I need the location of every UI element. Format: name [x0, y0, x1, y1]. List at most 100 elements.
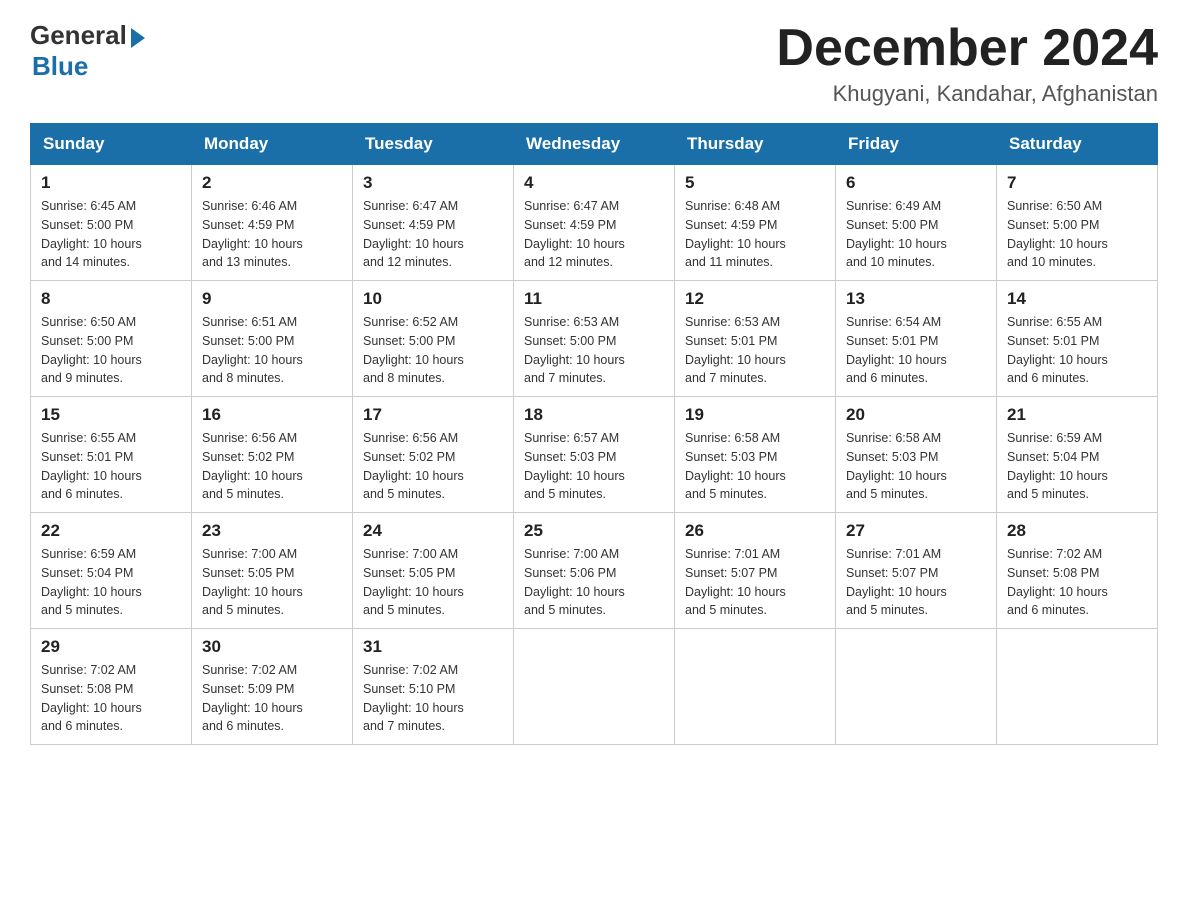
- calendar-week-row: 15 Sunrise: 6:55 AM Sunset: 5:01 PM Dayl…: [31, 397, 1158, 513]
- calendar-cell: 27 Sunrise: 7:01 AM Sunset: 5:07 PM Dayl…: [836, 513, 997, 629]
- calendar-table: SundayMondayTuesdayWednesdayThursdayFrid…: [30, 123, 1158, 745]
- calendar-header-saturday: Saturday: [997, 124, 1158, 165]
- day-info: Sunrise: 7:01 AM Sunset: 5:07 PM Dayligh…: [846, 545, 986, 620]
- calendar-cell: 3 Sunrise: 6:47 AM Sunset: 4:59 PM Dayli…: [353, 165, 514, 281]
- location-text: Khugyani, Kandahar, Afghanistan: [776, 81, 1158, 107]
- day-number: 1: [41, 173, 181, 193]
- day-number: 20: [846, 405, 986, 425]
- calendar-header-friday: Friday: [836, 124, 997, 165]
- day-number: 31: [363, 637, 503, 657]
- logo-general-text: General: [30, 20, 127, 51]
- day-number: 23: [202, 521, 342, 541]
- calendar-cell: 6 Sunrise: 6:49 AM Sunset: 5:00 PM Dayli…: [836, 165, 997, 281]
- calendar-cell: 16 Sunrise: 6:56 AM Sunset: 5:02 PM Dayl…: [192, 397, 353, 513]
- day-number: 16: [202, 405, 342, 425]
- calendar-cell: 14 Sunrise: 6:55 AM Sunset: 5:01 PM Dayl…: [997, 281, 1158, 397]
- day-number: 6: [846, 173, 986, 193]
- day-number: 4: [524, 173, 664, 193]
- day-number: 26: [685, 521, 825, 541]
- day-info: Sunrise: 6:50 AM Sunset: 5:00 PM Dayligh…: [41, 313, 181, 388]
- day-number: 25: [524, 521, 664, 541]
- day-number: 14: [1007, 289, 1147, 309]
- calendar-header-tuesday: Tuesday: [353, 124, 514, 165]
- day-number: 8: [41, 289, 181, 309]
- day-info: Sunrise: 7:02 AM Sunset: 5:09 PM Dayligh…: [202, 661, 342, 736]
- logo: General Blue: [30, 20, 145, 82]
- day-info: Sunrise: 7:00 AM Sunset: 5:05 PM Dayligh…: [363, 545, 503, 620]
- day-number: 21: [1007, 405, 1147, 425]
- page-header: General Blue December 2024 Khugyani, Kan…: [30, 20, 1158, 107]
- calendar-cell: 21 Sunrise: 6:59 AM Sunset: 5:04 PM Dayl…: [997, 397, 1158, 513]
- title-section: December 2024 Khugyani, Kandahar, Afghan…: [776, 20, 1158, 107]
- day-number: 9: [202, 289, 342, 309]
- day-info: Sunrise: 6:59 AM Sunset: 5:04 PM Dayligh…: [1007, 429, 1147, 504]
- calendar-cell: 2 Sunrise: 6:46 AM Sunset: 4:59 PM Dayli…: [192, 165, 353, 281]
- day-info: Sunrise: 7:00 AM Sunset: 5:06 PM Dayligh…: [524, 545, 664, 620]
- calendar-header-row: SundayMondayTuesdayWednesdayThursdayFrid…: [31, 124, 1158, 165]
- calendar-cell: 19 Sunrise: 6:58 AM Sunset: 5:03 PM Dayl…: [675, 397, 836, 513]
- day-info: Sunrise: 6:54 AM Sunset: 5:01 PM Dayligh…: [846, 313, 986, 388]
- day-info: Sunrise: 6:50 AM Sunset: 5:00 PM Dayligh…: [1007, 197, 1147, 272]
- day-info: Sunrise: 6:55 AM Sunset: 5:01 PM Dayligh…: [1007, 313, 1147, 388]
- calendar-cell: [836, 629, 997, 745]
- logo-blue-text: Blue: [32, 51, 88, 82]
- calendar-header-wednesday: Wednesday: [514, 124, 675, 165]
- calendar-cell: 7 Sunrise: 6:50 AM Sunset: 5:00 PM Dayli…: [997, 165, 1158, 281]
- calendar-week-row: 1 Sunrise: 6:45 AM Sunset: 5:00 PM Dayli…: [31, 165, 1158, 281]
- calendar-cell: 29 Sunrise: 7:02 AM Sunset: 5:08 PM Dayl…: [31, 629, 192, 745]
- calendar-cell: 15 Sunrise: 6:55 AM Sunset: 5:01 PM Dayl…: [31, 397, 192, 513]
- day-info: Sunrise: 6:47 AM Sunset: 4:59 PM Dayligh…: [363, 197, 503, 272]
- calendar-cell: [997, 629, 1158, 745]
- calendar-cell: 30 Sunrise: 7:02 AM Sunset: 5:09 PM Dayl…: [192, 629, 353, 745]
- calendar-cell: 20 Sunrise: 6:58 AM Sunset: 5:03 PM Dayl…: [836, 397, 997, 513]
- day-number: 27: [846, 521, 986, 541]
- day-info: Sunrise: 6:53 AM Sunset: 5:00 PM Dayligh…: [524, 313, 664, 388]
- calendar-cell: 1 Sunrise: 6:45 AM Sunset: 5:00 PM Dayli…: [31, 165, 192, 281]
- day-info: Sunrise: 7:02 AM Sunset: 5:08 PM Dayligh…: [41, 661, 181, 736]
- day-number: 24: [363, 521, 503, 541]
- day-number: 30: [202, 637, 342, 657]
- calendar-cell: 10 Sunrise: 6:52 AM Sunset: 5:00 PM Dayl…: [353, 281, 514, 397]
- calendar-cell: 9 Sunrise: 6:51 AM Sunset: 5:00 PM Dayli…: [192, 281, 353, 397]
- day-info: Sunrise: 6:46 AM Sunset: 4:59 PM Dayligh…: [202, 197, 342, 272]
- day-info: Sunrise: 7:02 AM Sunset: 5:08 PM Dayligh…: [1007, 545, 1147, 620]
- day-number: 18: [524, 405, 664, 425]
- calendar-cell: 22 Sunrise: 6:59 AM Sunset: 5:04 PM Dayl…: [31, 513, 192, 629]
- calendar-cell: 12 Sunrise: 6:53 AM Sunset: 5:01 PM Dayl…: [675, 281, 836, 397]
- day-number: 11: [524, 289, 664, 309]
- calendar-cell: [514, 629, 675, 745]
- day-info: Sunrise: 6:48 AM Sunset: 4:59 PM Dayligh…: [685, 197, 825, 272]
- day-number: 19: [685, 405, 825, 425]
- calendar-cell: 11 Sunrise: 6:53 AM Sunset: 5:00 PM Dayl…: [514, 281, 675, 397]
- day-info: Sunrise: 6:51 AM Sunset: 5:00 PM Dayligh…: [202, 313, 342, 388]
- calendar-cell: 13 Sunrise: 6:54 AM Sunset: 5:01 PM Dayl…: [836, 281, 997, 397]
- calendar-week-row: 8 Sunrise: 6:50 AM Sunset: 5:00 PM Dayli…: [31, 281, 1158, 397]
- month-year-title: December 2024: [776, 20, 1158, 77]
- logo-arrow-icon: [131, 28, 145, 48]
- calendar-cell: 5 Sunrise: 6:48 AM Sunset: 4:59 PM Dayli…: [675, 165, 836, 281]
- day-number: 7: [1007, 173, 1147, 193]
- day-info: Sunrise: 6:57 AM Sunset: 5:03 PM Dayligh…: [524, 429, 664, 504]
- day-number: 10: [363, 289, 503, 309]
- calendar-cell: 25 Sunrise: 7:00 AM Sunset: 5:06 PM Dayl…: [514, 513, 675, 629]
- calendar-week-row: 22 Sunrise: 6:59 AM Sunset: 5:04 PM Dayl…: [31, 513, 1158, 629]
- day-info: Sunrise: 6:47 AM Sunset: 4:59 PM Dayligh…: [524, 197, 664, 272]
- calendar-cell: 18 Sunrise: 6:57 AM Sunset: 5:03 PM Dayl…: [514, 397, 675, 513]
- calendar-header-sunday: Sunday: [31, 124, 192, 165]
- day-number: 15: [41, 405, 181, 425]
- day-number: 17: [363, 405, 503, 425]
- day-info: Sunrise: 6:56 AM Sunset: 5:02 PM Dayligh…: [202, 429, 342, 504]
- day-info: Sunrise: 6:52 AM Sunset: 5:00 PM Dayligh…: [363, 313, 503, 388]
- day-number: 3: [363, 173, 503, 193]
- day-number: 5: [685, 173, 825, 193]
- day-number: 2: [202, 173, 342, 193]
- day-number: 12: [685, 289, 825, 309]
- day-info: Sunrise: 6:53 AM Sunset: 5:01 PM Dayligh…: [685, 313, 825, 388]
- day-info: Sunrise: 7:02 AM Sunset: 5:10 PM Dayligh…: [363, 661, 503, 736]
- calendar-header-thursday: Thursday: [675, 124, 836, 165]
- calendar-cell: 17 Sunrise: 6:56 AM Sunset: 5:02 PM Dayl…: [353, 397, 514, 513]
- day-info: Sunrise: 6:49 AM Sunset: 5:00 PM Dayligh…: [846, 197, 986, 272]
- calendar-cell: 31 Sunrise: 7:02 AM Sunset: 5:10 PM Dayl…: [353, 629, 514, 745]
- day-number: 29: [41, 637, 181, 657]
- calendar-cell: 24 Sunrise: 7:00 AM Sunset: 5:05 PM Dayl…: [353, 513, 514, 629]
